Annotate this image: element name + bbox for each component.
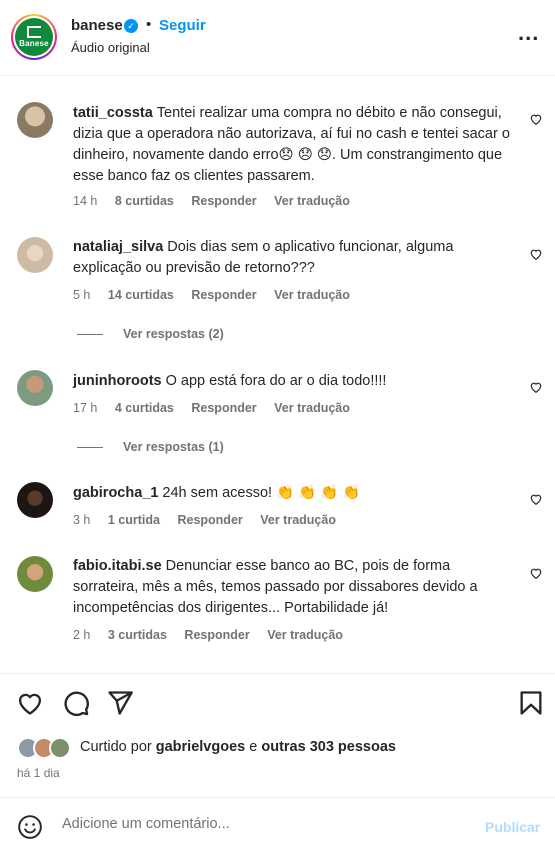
comment-meta: 2 h 3 curtidas Responder Ver tradução bbox=[73, 628, 357, 642]
comment-username[interactable]: gabirocha_1 bbox=[73, 485, 158, 501]
comment-time[interactable]: 17 h bbox=[73, 401, 97, 415]
audio-subtitle[interactable]: Áudio original bbox=[71, 40, 150, 55]
reply-button[interactable]: Responder bbox=[191, 288, 256, 302]
comment-content: juninhoroots O app está fora do ar o dia … bbox=[73, 371, 513, 392]
share-icon[interactable] bbox=[106, 689, 134, 717]
separator-dot: • bbox=[146, 16, 152, 33]
like-comment-heart-icon[interactable] bbox=[529, 112, 543, 126]
comment-likes[interactable]: 4 curtidas bbox=[115, 401, 174, 415]
comment-avatar[interactable] bbox=[17, 102, 53, 138]
emoji-icon[interactable] bbox=[17, 814, 43, 840]
comment-likes[interactable]: 8 curtidas bbox=[115, 194, 174, 208]
translate-button[interactable]: Ver tradução bbox=[274, 401, 350, 415]
liked-by-text: Curtido por gabrielvgoes e outras 303 pe… bbox=[80, 739, 396, 755]
comment-content: gabirocha_1 24h sem acesso! 👏 👏 👏 👏 bbox=[73, 483, 513, 504]
comment-meta: 3 h 1 curtida Responder Ver tradução bbox=[73, 513, 350, 527]
comment-likes[interactable]: 3 curtidas bbox=[108, 628, 167, 642]
like-comment-heart-icon[interactable] bbox=[529, 566, 543, 580]
comment-username[interactable]: fabio.itabi.se bbox=[73, 558, 162, 574]
liked-conj: e bbox=[249, 739, 258, 755]
replies-divider bbox=[77, 447, 103, 449]
translate-button[interactable]: Ver tradução bbox=[274, 194, 350, 208]
comment-time[interactable]: 2 h bbox=[73, 628, 90, 642]
comment-likes[interactable]: 1 curtida bbox=[108, 513, 160, 527]
heart-icon[interactable] bbox=[16, 689, 44, 717]
comment-input[interactable] bbox=[62, 816, 462, 832]
reply-button[interactable]: Responder bbox=[184, 628, 249, 642]
bookmark-icon[interactable] bbox=[517, 689, 545, 717]
logo-text: Banese bbox=[19, 39, 49, 48]
comment-meta: 14 h 8 curtidas Responder Ver tradução bbox=[73, 194, 364, 208]
comment-username[interactable]: juninhoroots bbox=[73, 373, 162, 389]
view-replies-button[interactable]: Ver respostas (1) bbox=[77, 440, 224, 454]
comment-meta: 17 h 4 curtidas Responder Ver tradução bbox=[73, 401, 364, 415]
comment-avatar[interactable] bbox=[17, 482, 53, 518]
translate-button[interactable]: Ver tradução bbox=[274, 288, 350, 302]
comment-text: O app está fora do ar o dia todo!!!! bbox=[165, 373, 387, 389]
post-actions bbox=[0, 673, 555, 798]
comment-meta: 5 h 14 curtidas Responder Ver tradução bbox=[73, 288, 364, 302]
comment-time[interactable]: 5 h bbox=[73, 288, 90, 302]
liked-avatars[interactable] bbox=[17, 737, 77, 759]
comment-content: tatii_cossta Tentei realizar uma compra n… bbox=[73, 103, 513, 187]
comment-icon[interactable] bbox=[62, 689, 90, 717]
reply-button[interactable]: Responder bbox=[191, 401, 256, 415]
comment-username[interactable]: nataliaj_silva bbox=[73, 239, 163, 255]
comment-likes[interactable]: 14 curtidas bbox=[108, 288, 174, 302]
liked-prefix: Curtido por bbox=[80, 739, 152, 755]
translate-button[interactable]: Ver tradução bbox=[267, 628, 343, 642]
post-header: Banese banese ✓ • Seguir Áudio original … bbox=[0, 0, 555, 76]
comment-content: nataliaj_silva Dois dias sem o aplicativo… bbox=[73, 237, 513, 279]
translate-button[interactable]: Ver tradução bbox=[260, 513, 336, 527]
like-comment-heart-icon[interactable] bbox=[529, 492, 543, 506]
reply-button[interactable]: Responder bbox=[177, 513, 242, 527]
comment-username[interactable]: tatii_cossta bbox=[73, 105, 153, 121]
publish-button[interactable]: Publicar bbox=[485, 819, 540, 835]
liker-avatar bbox=[49, 737, 71, 759]
comment-text: 24h sem acesso! 👏 👏 👏 👏 bbox=[162, 485, 361, 501]
like-comment-heart-icon[interactable] bbox=[529, 247, 543, 261]
liked-others[interactable]: outras 303 pessoas bbox=[261, 739, 396, 755]
comment-time[interactable]: 3 h bbox=[73, 513, 90, 527]
reply-button[interactable]: Responder bbox=[191, 194, 256, 208]
profile-username[interactable]: banese bbox=[71, 17, 123, 34]
comment-content: fabio.itabi.se Denunciar esse banco ao BC… bbox=[73, 556, 513, 619]
comment-avatar[interactable] bbox=[17, 370, 53, 406]
liked-user[interactable]: gabrielvgoes bbox=[156, 739, 245, 755]
add-comment-bar: Publicar bbox=[0, 797, 555, 856]
like-comment-heart-icon[interactable] bbox=[529, 380, 543, 394]
banese-logo: Banese bbox=[15, 18, 53, 56]
view-replies-label: Ver respostas (1) bbox=[123, 440, 224, 454]
more-icon[interactable]: ... bbox=[518, 22, 539, 44]
profile-avatar[interactable]: Banese bbox=[11, 14, 57, 60]
post-time[interactable]: há 1 dia bbox=[17, 766, 60, 780]
view-replies-label: Ver respostas (2) bbox=[123, 327, 224, 341]
replies-divider bbox=[77, 334, 103, 336]
comment-avatar[interactable] bbox=[17, 237, 53, 273]
comment-time[interactable]: 14 h bbox=[73, 194, 97, 208]
verified-icon: ✓ bbox=[124, 19, 138, 33]
comment-avatar[interactable] bbox=[17, 556, 53, 592]
follow-button[interactable]: Seguir bbox=[159, 17, 206, 34]
view-replies-button[interactable]: Ver respostas (2) bbox=[77, 327, 224, 341]
